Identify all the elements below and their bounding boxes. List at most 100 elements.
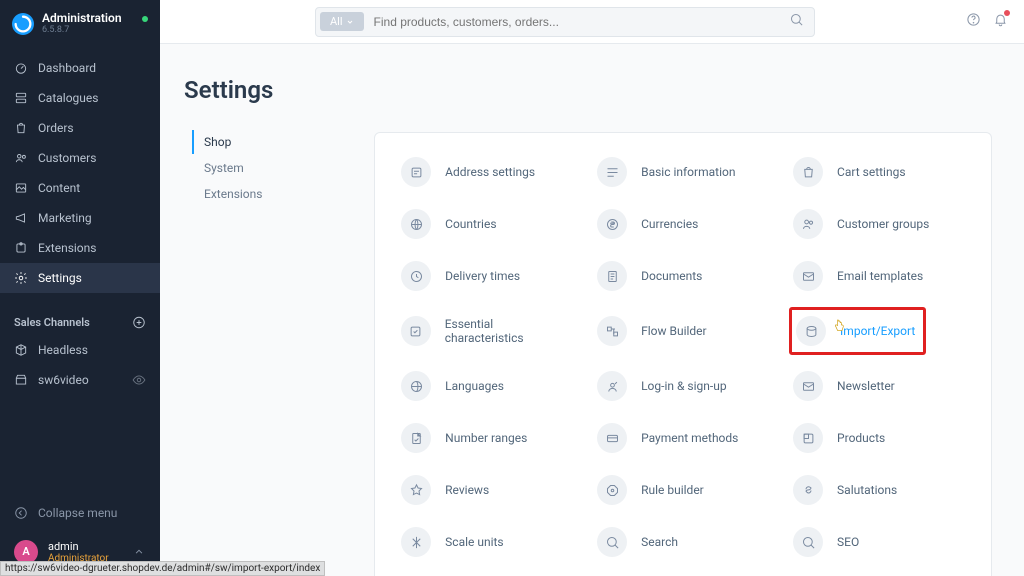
channel-headless[interactable]: Headless (0, 335, 160, 365)
nav-label: Catalogues (38, 91, 98, 105)
nav-orders[interactable]: Orders (0, 113, 160, 143)
main: All Settings Shop System Extensions (160, 0, 1024, 576)
user-name: admin (48, 540, 109, 553)
tile-languages[interactable]: Languages (399, 367, 575, 405)
tile-log-in-sign-up[interactable]: Log-in & sign-up (595, 367, 771, 405)
settings-grid: Address settings Basic information Cart se… (399, 153, 967, 576)
tile-rule-builder[interactable]: Rule builder (595, 471, 771, 509)
tile-cart-settings[interactable]: Cart settings (791, 153, 967, 191)
tile-label: Scale units (445, 535, 503, 549)
nav-extensions[interactable]: Extensions (0, 233, 160, 263)
tab-label: System (204, 161, 244, 175)
tile-label: Currencies (641, 217, 698, 231)
users-icon (14, 151, 28, 165)
tile-icon (401, 157, 431, 187)
channel-sw6video[interactable]: sw6video (0, 365, 160, 395)
cube-icon (14, 343, 28, 357)
notifications-icon[interactable] (993, 12, 1008, 31)
tile-search[interactable]: Search (595, 523, 771, 561)
tile-icon (597, 261, 627, 291)
tile-salutations[interactable]: Salutations (791, 471, 967, 509)
tile-newsletter[interactable]: Newsletter (791, 367, 967, 405)
topbar: All (160, 0, 1024, 44)
tab-label: Extensions (204, 187, 262, 201)
tile-customer-groups[interactable]: Customer groups (791, 205, 967, 243)
tab-extensions[interactable]: Extensions (192, 182, 340, 206)
page-title: Settings (184, 76, 992, 104)
help-icon[interactable] (966, 12, 981, 31)
tile-icon (597, 527, 627, 557)
tile-label: Basic information (641, 165, 735, 179)
sales-channels-heading: Sales Channels (0, 301, 160, 335)
plus-circle-icon[interactable] (132, 315, 146, 329)
tile-icon (793, 209, 823, 239)
nav-content[interactable]: Content (0, 173, 160, 203)
tile-icon (401, 475, 431, 505)
notification-dot-icon (1004, 10, 1010, 16)
tile-label: Payment methods (641, 431, 738, 445)
puzzle-icon (14, 241, 28, 255)
nav-catalogues[interactable]: Catalogues (0, 83, 160, 113)
gear-icon (14, 271, 28, 285)
tile-seo[interactable]: SEO (791, 523, 967, 561)
sidebar: Administration 6.5.8.7 Dashboard Catalog… (0, 0, 160, 576)
global-search[interactable]: All (315, 7, 815, 37)
tab-label: Shop (204, 135, 231, 149)
search-scope-all[interactable]: All (320, 12, 364, 31)
tile-label: Customer groups (837, 217, 929, 231)
brand-title: Administration (42, 12, 122, 25)
tile-scale-units[interactable]: Scale units (399, 523, 575, 561)
tile-number-ranges[interactable]: Number ranges (399, 419, 575, 457)
collapse-label: Collapse menu (38, 506, 117, 520)
tile-products[interactable]: Products (791, 419, 967, 457)
search-input[interactable] (364, 15, 779, 29)
tile-icon (597, 475, 627, 505)
store-icon (14, 373, 28, 387)
tile-label: Essential characteristics (445, 317, 573, 345)
brand-version: 6.5.8.7 (42, 25, 122, 35)
eye-icon[interactable] (132, 373, 146, 387)
tile-flow-builder[interactable]: Flow Builder (595, 309, 771, 353)
tile-icon (401, 316, 431, 346)
tile-icon (401, 371, 431, 401)
tab-shop[interactable]: Shop (192, 130, 340, 154)
tile-delivery-times[interactable]: Delivery times (399, 257, 575, 295)
bag-icon (14, 121, 28, 135)
collapse-menu[interactable]: Collapse menu (0, 496, 160, 530)
tile-label: Email templates (837, 269, 923, 283)
nav-dashboard[interactable]: Dashboard (0, 53, 160, 83)
status-dot-icon (142, 16, 148, 22)
channel-label: sw6video (38, 373, 89, 387)
search-icon[interactable] (779, 12, 814, 31)
nav-label: Extensions (38, 241, 96, 255)
nav-label: Orders (38, 121, 74, 135)
tile-countries[interactable]: Countries (399, 205, 575, 243)
tile-icon (401, 527, 431, 557)
tile-label: Cart settings (837, 165, 905, 179)
tile-email-templates[interactable]: Email templates (791, 257, 967, 295)
tile-label: Languages (445, 379, 504, 393)
tile-basic-information[interactable]: Basic information (595, 153, 771, 191)
tile-label: Countries (445, 217, 496, 231)
tile-currencies[interactable]: Currencies (595, 205, 771, 243)
nav-label: Dashboard (38, 61, 96, 75)
tile-label: Rule builder (641, 483, 704, 497)
tile-icon (597, 157, 627, 187)
nav-marketing[interactable]: Marketing (0, 203, 160, 233)
tile-icon (401, 209, 431, 239)
tab-system[interactable]: System (192, 156, 340, 180)
tile-documents[interactable]: Documents (595, 257, 771, 295)
tile-payment-methods[interactable]: Payment methods (595, 419, 771, 457)
nav-settings[interactable]: Settings (0, 263, 160, 293)
tile-essential-characteristics[interactable]: Essential characteristics (399, 309, 575, 353)
tile-reviews[interactable]: Reviews (399, 471, 575, 509)
tile-icon (401, 261, 431, 291)
section-label-text: Sales Channels (14, 316, 90, 329)
tile-icon (793, 371, 823, 401)
nav-customers[interactable]: Customers (0, 143, 160, 173)
tile-import-export[interactable]: Import/Export (791, 309, 967, 353)
tile-icon (793, 527, 823, 557)
tile-address-settings[interactable]: Address settings (399, 153, 575, 191)
megaphone-icon (14, 211, 28, 225)
tile-label: Reviews (445, 483, 489, 497)
